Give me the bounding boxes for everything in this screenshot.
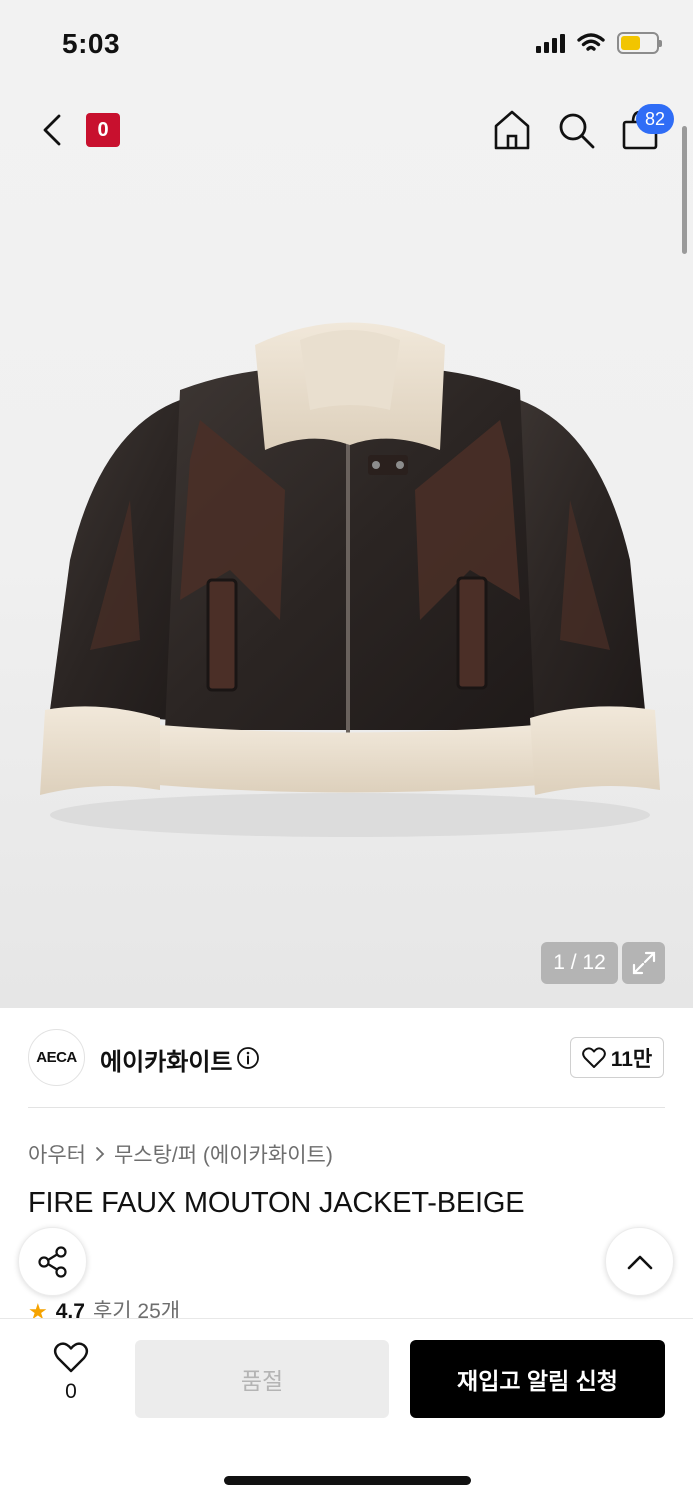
scroll-indicator bbox=[682, 126, 687, 254]
search-icon[interactable] bbox=[556, 110, 596, 150]
bag-count-badge: 82 bbox=[636, 104, 674, 134]
restock-alert-button[interactable]: 재입고 알림 신청 bbox=[410, 1340, 665, 1418]
rating-score: 4.7 bbox=[55, 1300, 85, 1319]
breadcrumb-subcategory[interactable]: 무스탕/퍼 (에이카화이트) bbox=[114, 1139, 333, 1169]
divider bbox=[28, 1107, 665, 1108]
expand-icon bbox=[632, 951, 655, 975]
home-indicator bbox=[224, 1476, 471, 1485]
heart-icon bbox=[581, 1046, 606, 1068]
wifi-icon bbox=[577, 33, 605, 51]
heart-icon bbox=[53, 1342, 89, 1373]
star-icon: ★ bbox=[28, 1299, 48, 1319]
wish-button[interactable]: 0 bbox=[40, 1342, 102, 1412]
back-button[interactable] bbox=[34, 108, 70, 152]
breadcrumb: 아우터 무스탕/퍼 (에이카화이트) bbox=[28, 1139, 333, 1169]
status-icons bbox=[536, 32, 662, 54]
brand-like-button[interactable]: 11만 bbox=[570, 1037, 664, 1078]
image-counter: 1 / 12 bbox=[541, 942, 618, 984]
scroll-top-button[interactable] bbox=[605, 1227, 674, 1296]
product-title: FIRE FAUX MOUTON JACKET-BEIGE bbox=[28, 1187, 525, 1219]
brand-logo[interactable]: AECA bbox=[28, 1029, 85, 1086]
chevron-up-icon bbox=[627, 1255, 652, 1269]
signal-icon bbox=[536, 33, 565, 53]
review-count: 후기 25개 bbox=[92, 1300, 181, 1319]
status-time: 5:03 bbox=[62, 28, 121, 59]
battery-icon bbox=[617, 32, 662, 54]
brand-badge[interactable]: 0 bbox=[86, 113, 120, 147]
brand-like-count: 11만 bbox=[610, 1047, 653, 1071]
breadcrumb-category[interactable]: 아우터 bbox=[28, 1139, 86, 1169]
info-icon[interactable] bbox=[236, 1046, 260, 1070]
wish-count: 0 bbox=[65, 1380, 77, 1403]
soldout-button: 품절 bbox=[135, 1340, 389, 1418]
share-button[interactable] bbox=[18, 1227, 87, 1296]
brand-name[interactable]: 에이카화이트 bbox=[100, 1042, 232, 1077]
back-icon bbox=[43, 114, 61, 146]
product-image[interactable] bbox=[30, 310, 670, 850]
rating-row[interactable]: ★ 4.7 후기 25개 bbox=[28, 1299, 180, 1319]
product-image-gallery[interactable] bbox=[0, 0, 693, 1008]
home-icon[interactable] bbox=[492, 108, 532, 152]
chevron-right-icon bbox=[96, 1147, 105, 1161]
expand-button[interactable] bbox=[622, 942, 665, 984]
share-icon bbox=[37, 1245, 67, 1278]
